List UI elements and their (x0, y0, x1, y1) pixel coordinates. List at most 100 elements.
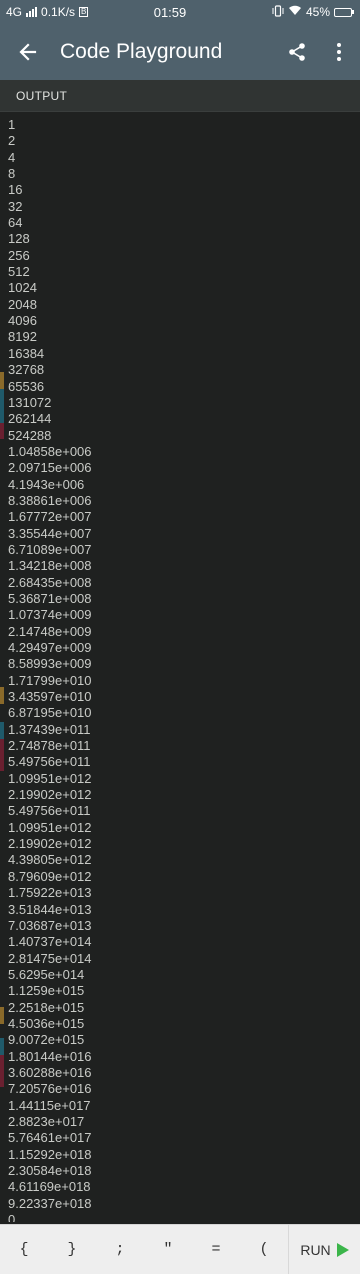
network-type: 4G (6, 5, 23, 19)
output-line: 32 (8, 198, 23, 214)
output-line: 8192 (8, 329, 37, 345)
vibrate-icon (272, 4, 284, 20)
output-line: 2.8823e+017 (8, 1113, 85, 1129)
output-line: 1.71799e+010 (8, 672, 92, 688)
symbol-keys: {}; " =( (0, 1225, 288, 1274)
output-line: 4096 (8, 313, 37, 329)
output-line: 2048 (8, 296, 37, 312)
error-marker-teal (0, 1038, 4, 1055)
output-line: 9.22337e+018 (8, 1195, 92, 1211)
output-line: 1.44115e+017 (8, 1097, 91, 1113)
output-line: 131072 (8, 394, 52, 410)
network-speed: 0.1K/s (41, 5, 76, 19)
output-line: 1024 (8, 280, 37, 296)
output-console[interactable]: 1 2 4 8 16 32 64 128 256 512 1024 2048 4096 8192 16384… (0, 117, 360, 1222)
output-line: 8.58993e+009 (8, 656, 92, 672)
output-line: 8.38861e+006 (8, 492, 92, 508)
output-line: 64 (8, 215, 23, 231)
output-line: 1.75922e+013 (8, 885, 92, 901)
output-line: 1.07374e+009 (8, 607, 92, 623)
output-line: 1.09951e+012 (8, 819, 92, 835)
output-line: 7.20576e+016 (8, 1081, 92, 1097)
key-equals[interactable]: = (192, 1225, 240, 1274)
key-semicolon[interactable]: ; (96, 1225, 144, 1274)
output-line: 8.79609e+012 (8, 868, 92, 884)
output-line: 2.74878e+011 (8, 738, 91, 754)
battery-percent: 45% (305, 5, 330, 19)
output-line: 5.76461e+017 (8, 1130, 92, 1146)
output-line: 2.19902e+012 (8, 836, 92, 852)
run-button[interactable]: RUN (288, 1224, 360, 1274)
output-line: 3.60288e+016 (8, 1064, 92, 1080)
output-line: 3.51844e+013 (8, 901, 92, 917)
app-bar: Code Playground (0, 24, 360, 80)
output-line: 6.71089e+007 (8, 541, 92, 557)
output-line: 1.40737e+014 (8, 934, 92, 950)
output-line: 1.04858e+006 (8, 443, 92, 459)
tab-output-label: OUTPUT (16, 88, 68, 103)
output-line: 5.49756e+011 (8, 754, 91, 770)
output-line: 2.14748e+009 (8, 623, 92, 639)
output-line: 8 (8, 166, 16, 182)
error-marker-teal (0, 722, 4, 739)
output-line: 2.09715e+006 (8, 460, 92, 476)
play-icon (336, 1242, 349, 1257)
output-line: 2.68435e+008 (8, 574, 92, 590)
output-line: 2 (8, 133, 16, 149)
output-line: 3.35544e+007 (8, 525, 92, 541)
output-line: 512 (8, 264, 30, 280)
error-marker-teal (0, 389, 4, 406)
status-right: 45% (214, 4, 354, 20)
status-bar: 4G 0.1K/s B 01:59 45% (0, 0, 360, 24)
output-line: 2.81475e+014 (8, 950, 92, 966)
tab-output[interactable]: OUTPUT (0, 80, 360, 112)
output-line: 65536 (8, 378, 45, 394)
output-line: 4.39805e+012 (8, 852, 92, 868)
output-line: 2.2518e+015 (8, 999, 85, 1015)
output-line: 1.1259e+015 (8, 983, 85, 999)
battery-icon (334, 7, 354, 17)
output-line: 16384 (8, 345, 45, 361)
run-label: RUN (300, 1241, 331, 1258)
wifi-icon (288, 5, 302, 19)
output-line: 9.0072e+015 (8, 1032, 85, 1048)
output-line: 1.67772e+007 (8, 509, 92, 525)
output-line: 1.34218e+008 (8, 558, 92, 574)
key-quote[interactable]: " (144, 1225, 192, 1274)
error-marker-orange (0, 687, 4, 704)
status-left: 4G 0.1K/s B (6, 5, 146, 19)
key-open-paren[interactable]: ( (240, 1225, 288, 1274)
page-title: Code Playground (60, 40, 223, 63)
share-button[interactable] (276, 24, 318, 80)
output-line: 4 (8, 149, 16, 165)
output-line: 4.29497e+009 (8, 640, 92, 655)
output-line: 1 (8, 117, 16, 132)
output-line: 4.1943e+006 (8, 476, 85, 492)
output-line: 256 (8, 247, 30, 263)
back-button[interactable] (0, 24, 56, 80)
signal-icon (26, 7, 38, 17)
arrow-left-icon (19, 43, 37, 61)
output-line: 3.43597e+010 (8, 689, 92, 705)
output-line: 128 (8, 231, 30, 247)
keyboard-shortcut-bar: {}; " =( RUN (0, 1224, 360, 1274)
error-marker-red (0, 423, 4, 439)
more-vert-icon (337, 43, 341, 61)
error-marker-orange (0, 372, 4, 389)
output-line: 0 (8, 1212, 16, 1222)
more-options-button[interactable] (318, 24, 360, 80)
key-close-brace[interactable]: } (48, 1225, 96, 1274)
output-line: 2.30584e+018 (8, 1163, 92, 1178)
output-line: 2.19902e+012 (8, 787, 92, 803)
output-line: 7.03687e+013 (8, 917, 92, 933)
output-line: 5.36871e+008 (8, 590, 92, 606)
output-line: 1.37439e+011 (8, 721, 91, 737)
output-line: 1.15292e+018 (8, 1146, 92, 1162)
output-line: 5.6295e+014 (8, 966, 85, 982)
key-open-brace[interactable]: { (0, 1225, 48, 1274)
output-line: 1.80144e+016 (8, 1048, 92, 1064)
output-line: 524288 (8, 427, 52, 443)
error-marker-teal (0, 406, 4, 423)
output-line: 5.49756e+011 (8, 803, 91, 819)
output-line: 16 (8, 182, 23, 198)
